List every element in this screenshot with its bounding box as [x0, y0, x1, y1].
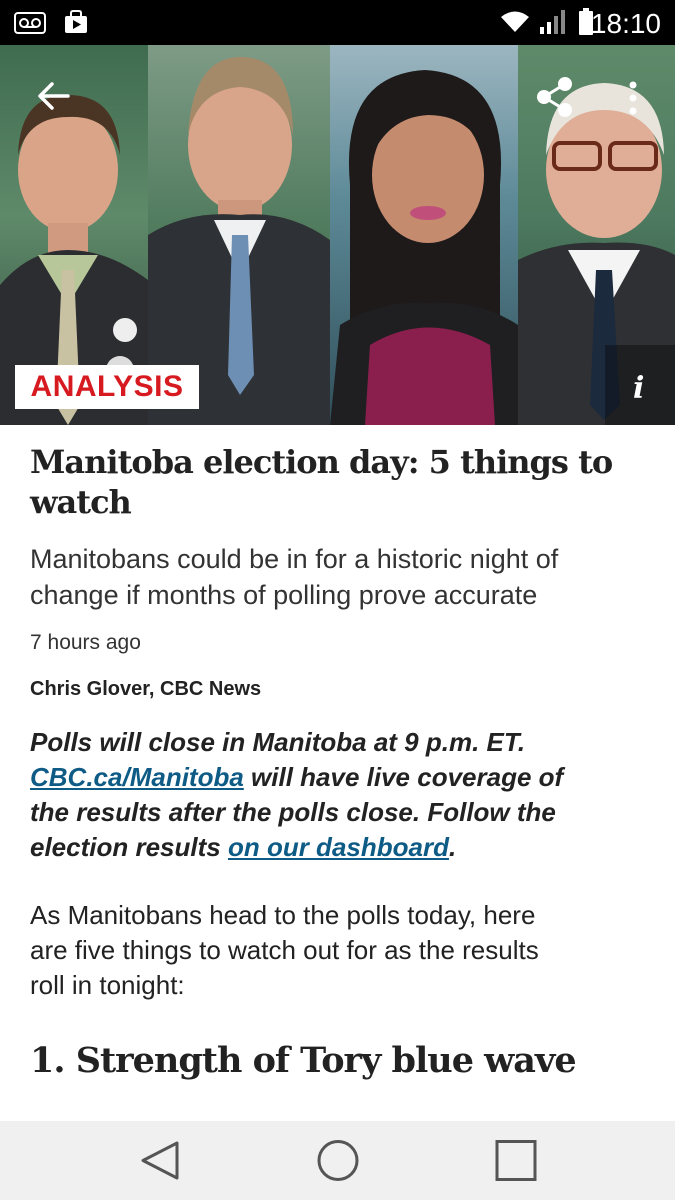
status-time: 18:10 — [590, 8, 661, 39]
deck-line-2: change if months of polling prove accura… — [30, 580, 538, 610]
dashboard-link[interactable]: on our dashboard — [228, 832, 449, 862]
wifi-icon — [501, 11, 529, 32]
cbc-manitoba-link[interactable]: CBC.ca/Manitoba — [30, 762, 244, 792]
lead-line-3: the results after the polls close. Follo… — [30, 797, 556, 827]
article-headline: Manitoba election day: 5 things to watch — [30, 442, 650, 522]
body-line-1: As Manitobans head to the polls today, h… — [30, 900, 536, 930]
status-bar: 18:10 — [0, 0, 675, 45]
section-heading: 1. Strength of Tory blue wave — [30, 1040, 577, 1081]
cellular-signal-icon — [540, 10, 565, 34]
article-paragraph: As Manitobans head to the polls today, h… — [30, 898, 645, 1003]
article-deck: Manitobans could be in for a historic ni… — [30, 541, 650, 613]
headline-line-2: watch — [30, 483, 132, 521]
info-label: i — [633, 371, 645, 406]
body-line-3: roll in tonight: — [30, 970, 185, 1000]
nav-recents-icon[interactable] — [466, 1121, 566, 1200]
publish-time: 7 hours ago — [30, 631, 141, 654]
back-arrow-icon[interactable] — [36, 81, 70, 111]
navigation-bar — [0, 1121, 675, 1200]
analysis-badge: ANALYSIS — [15, 365, 199, 409]
photo-info-button[interactable]: i — [605, 345, 675, 425]
overflow-menu-icon[interactable] — [626, 81, 640, 115]
lead-line-2-rest: will have live coverage of — [243, 762, 564, 792]
headline-line-1: Manitoba election day: 5 things to — [30, 443, 613, 481]
candidate-photo-3 — [330, 45, 518, 425]
body-line-2: are five things to watch out for as the … — [30, 935, 539, 965]
nav-home-icon[interactable] — [288, 1121, 388, 1200]
lead-line-4-pre: election results — [30, 832, 228, 862]
byline: Chris Glover, CBC News — [30, 678, 262, 700]
article-lead: Polls will close in Manitoba at 9 p.m. E… — [30, 725, 645, 865]
lead-line-1: Polls will close in Manitoba at 9 p.m. E… — [30, 727, 526, 757]
share-icon[interactable] — [535, 76, 575, 118]
deck-line-1: Manitobans could be in for a historic ni… — [30, 544, 559, 574]
video-store-icon — [65, 10, 87, 33]
voicemail-icon — [14, 12, 46, 34]
lead-line-4-post: . — [448, 832, 457, 862]
nav-back-icon[interactable] — [110, 1121, 210, 1200]
